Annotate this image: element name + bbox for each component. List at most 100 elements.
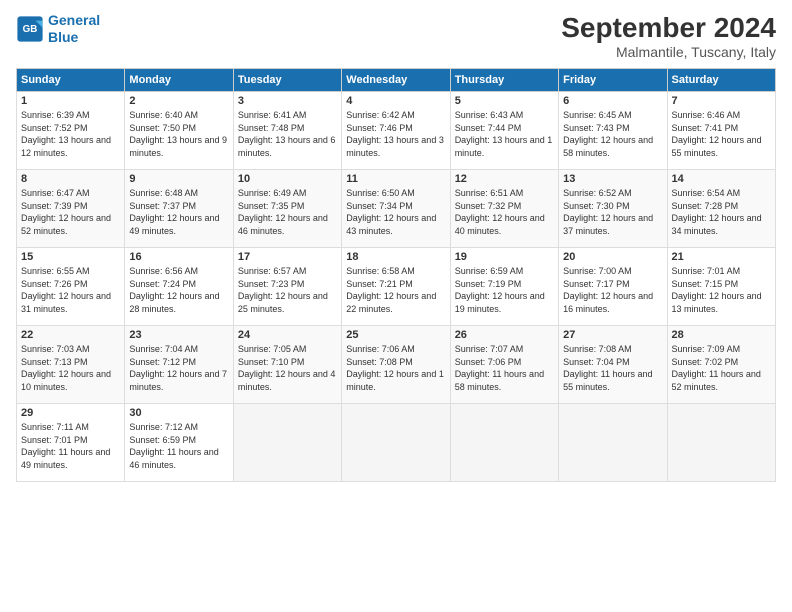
day-info: Sunrise: 6:43 AMSunset: 7:44 PMDaylight:… [455,109,554,159]
day-number: 4 [346,95,445,107]
logo-text: General Blue [48,12,100,46]
header: GB General Blue September 2024 Malmantil… [16,12,776,60]
day-cell: 11 Sunrise: 6:50 AMSunset: 7:34 PMDaylig… [342,170,450,248]
day-info: Sunrise: 6:39 AMSunset: 7:52 PMDaylight:… [21,109,120,159]
day-info: Sunrise: 6:45 AMSunset: 7:43 PMDaylight:… [563,109,662,159]
day-number: 17 [238,251,337,263]
day-info: Sunrise: 6:56 AMSunset: 7:24 PMDaylight:… [129,265,228,315]
day-cell: 23 Sunrise: 7:04 AMSunset: 7:12 PMDaylig… [125,326,233,404]
calendar-week: 29 Sunrise: 7:11 AMSunset: 7:01 PMDaylig… [17,404,776,482]
empty-cell [667,404,775,482]
day-number: 21 [672,251,771,263]
empty-cell [233,404,341,482]
day-number: 3 [238,95,337,107]
day-cell: 29 Sunrise: 7:11 AMSunset: 7:01 PMDaylig… [17,404,125,482]
day-info: Sunrise: 7:08 AMSunset: 7:04 PMDaylight:… [563,343,662,393]
day-cell: 21 Sunrise: 7:01 AMSunset: 7:15 PMDaylig… [667,248,775,326]
day-cell: 22 Sunrise: 7:03 AMSunset: 7:13 PMDaylig… [17,326,125,404]
day-number: 30 [129,407,228,419]
month-title: September 2024 [561,12,776,44]
day-info: Sunrise: 7:00 AMSunset: 7:17 PMDaylight:… [563,265,662,315]
day-number: 5 [455,95,554,107]
logo: GB General Blue [16,12,100,46]
day-cell: 16 Sunrise: 6:56 AMSunset: 7:24 PMDaylig… [125,248,233,326]
day-cell: 4 Sunrise: 6:42 AMSunset: 7:46 PMDayligh… [342,92,450,170]
day-cell: 12 Sunrise: 6:51 AMSunset: 7:32 PMDaylig… [450,170,558,248]
page-container: GB General Blue September 2024 Malmantil… [0,0,792,494]
day-info: Sunrise: 7:05 AMSunset: 7:10 PMDaylight:… [238,343,337,393]
calendar-table: Sunday Monday Tuesday Wednesday Thursday… [16,68,776,482]
day-cell: 1 Sunrise: 6:39 AMSunset: 7:52 PMDayligh… [17,92,125,170]
logo-icon: GB [16,15,44,43]
logo-line1: General [48,12,100,28]
day-info: Sunrise: 7:01 AMSunset: 7:15 PMDaylight:… [672,265,771,315]
col-thursday: Thursday [450,69,558,92]
day-cell: 2 Sunrise: 6:40 AMSunset: 7:50 PMDayligh… [125,92,233,170]
day-cell: 6 Sunrise: 6:45 AMSunset: 7:43 PMDayligh… [559,92,667,170]
day-number: 8 [21,173,120,185]
day-info: Sunrise: 6:50 AMSunset: 7:34 PMDaylight:… [346,187,445,237]
calendar-week: 1 Sunrise: 6:39 AMSunset: 7:52 PMDayligh… [17,92,776,170]
day-info: Sunrise: 6:59 AMSunset: 7:19 PMDaylight:… [455,265,554,315]
day-number: 12 [455,173,554,185]
day-number: 7 [672,95,771,107]
col-monday: Monday [125,69,233,92]
header-row: Sunday Monday Tuesday Wednesday Thursday… [17,69,776,92]
day-info: Sunrise: 7:06 AMSunset: 7:08 PMDaylight:… [346,343,445,393]
day-info: Sunrise: 6:54 AMSunset: 7:28 PMDaylight:… [672,187,771,237]
day-cell: 26 Sunrise: 7:07 AMSunset: 7:06 PMDaylig… [450,326,558,404]
location-title: Malmantile, Tuscany, Italy [561,44,776,60]
logo-line2: Blue [48,29,78,45]
day-info: Sunrise: 6:51 AMSunset: 7:32 PMDaylight:… [455,187,554,237]
col-sunday: Sunday [17,69,125,92]
day-info: Sunrise: 7:04 AMSunset: 7:12 PMDaylight:… [129,343,228,393]
day-info: Sunrise: 6:55 AMSunset: 7:26 PMDaylight:… [21,265,120,315]
day-cell: 25 Sunrise: 7:06 AMSunset: 7:08 PMDaylig… [342,326,450,404]
day-number: 16 [129,251,228,263]
day-cell: 18 Sunrise: 6:58 AMSunset: 7:21 PMDaylig… [342,248,450,326]
calendar-week: 22 Sunrise: 7:03 AMSunset: 7:13 PMDaylig… [17,326,776,404]
day-info: Sunrise: 6:41 AMSunset: 7:48 PMDaylight:… [238,109,337,159]
day-number: 27 [563,329,662,341]
day-cell: 24 Sunrise: 7:05 AMSunset: 7:10 PMDaylig… [233,326,341,404]
day-info: Sunrise: 6:52 AMSunset: 7:30 PMDaylight:… [563,187,662,237]
title-area: September 2024 Malmantile, Tuscany, Ital… [561,12,776,60]
day-number: 6 [563,95,662,107]
day-cell: 9 Sunrise: 6:48 AMSunset: 7:37 PMDayligh… [125,170,233,248]
day-number: 29 [21,407,120,419]
svg-text:GB: GB [23,24,38,35]
day-cell: 28 Sunrise: 7:09 AMSunset: 7:02 PMDaylig… [667,326,775,404]
day-number: 2 [129,95,228,107]
col-tuesday: Tuesday [233,69,341,92]
day-info: Sunrise: 7:07 AMSunset: 7:06 PMDaylight:… [455,343,554,393]
day-number: 11 [346,173,445,185]
day-info: Sunrise: 6:46 AMSunset: 7:41 PMDaylight:… [672,109,771,159]
day-number: 13 [563,173,662,185]
day-cell: 30 Sunrise: 7:12 AMSunset: 6:59 PMDaylig… [125,404,233,482]
day-info: Sunrise: 7:03 AMSunset: 7:13 PMDaylight:… [21,343,120,393]
empty-cell [450,404,558,482]
day-info: Sunrise: 6:49 AMSunset: 7:35 PMDaylight:… [238,187,337,237]
day-number: 1 [21,95,120,107]
day-number: 23 [129,329,228,341]
calendar-week: 15 Sunrise: 6:55 AMSunset: 7:26 PMDaylig… [17,248,776,326]
day-info: Sunrise: 7:11 AMSunset: 7:01 PMDaylight:… [21,421,120,471]
day-number: 18 [346,251,445,263]
day-info: Sunrise: 6:42 AMSunset: 7:46 PMDaylight:… [346,109,445,159]
day-info: Sunrise: 6:47 AMSunset: 7:39 PMDaylight:… [21,187,120,237]
day-cell: 10 Sunrise: 6:49 AMSunset: 7:35 PMDaylig… [233,170,341,248]
day-cell: 5 Sunrise: 6:43 AMSunset: 7:44 PMDayligh… [450,92,558,170]
col-wednesday: Wednesday [342,69,450,92]
day-cell: 17 Sunrise: 6:57 AMSunset: 7:23 PMDaylig… [233,248,341,326]
day-number: 22 [21,329,120,341]
day-cell: 8 Sunrise: 6:47 AMSunset: 7:39 PMDayligh… [17,170,125,248]
day-number: 28 [672,329,771,341]
day-info: Sunrise: 6:57 AMSunset: 7:23 PMDaylight:… [238,265,337,315]
day-number: 10 [238,173,337,185]
day-number: 14 [672,173,771,185]
day-info: Sunrise: 7:12 AMSunset: 6:59 PMDaylight:… [129,421,228,471]
day-info: Sunrise: 6:58 AMSunset: 7:21 PMDaylight:… [346,265,445,315]
day-cell: 27 Sunrise: 7:08 AMSunset: 7:04 PMDaylig… [559,326,667,404]
day-info: Sunrise: 6:48 AMSunset: 7:37 PMDaylight:… [129,187,228,237]
day-number: 15 [21,251,120,263]
